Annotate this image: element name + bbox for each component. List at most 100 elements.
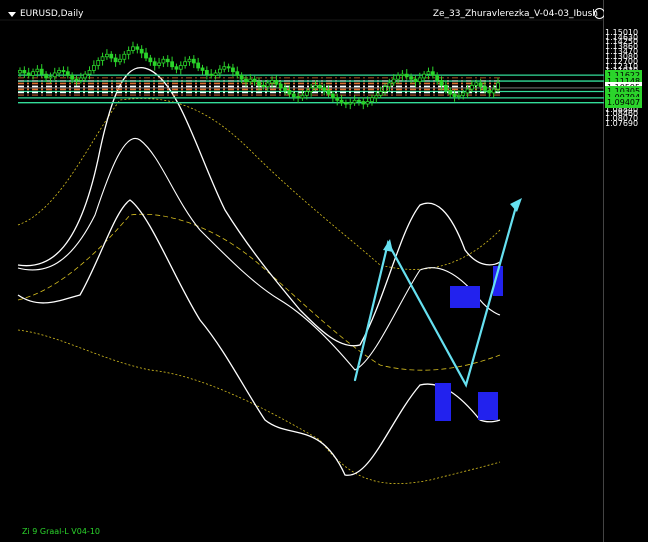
candle-body bbox=[87, 70, 92, 75]
candle-body bbox=[426, 71, 431, 75]
candle-body bbox=[296, 96, 301, 99]
chart-window[interactable]: EURUSD,Daily Ze_33_Zhuravlerezka_V-04-03… bbox=[0, 0, 648, 542]
candle-body bbox=[365, 101, 370, 105]
candle-body bbox=[439, 79, 444, 86]
candle-body bbox=[65, 71, 70, 76]
candle-body bbox=[317, 84, 322, 89]
chevron-down-icon[interactable] bbox=[8, 12, 16, 17]
candle-body bbox=[91, 65, 96, 71]
candle-body bbox=[196, 62, 201, 69]
candle-body bbox=[309, 87, 314, 92]
candle-body bbox=[300, 94, 305, 99]
candle-body bbox=[44, 73, 48, 79]
blue-zone-box bbox=[478, 392, 498, 420]
candle-body bbox=[244, 78, 248, 83]
candle-body bbox=[226, 66, 231, 69]
candle-body bbox=[174, 66, 179, 70]
candle-body bbox=[61, 70, 66, 73]
candle-body bbox=[235, 71, 240, 76]
candle-body bbox=[118, 58, 122, 63]
candle-body bbox=[139, 48, 144, 54]
candle-body bbox=[374, 94, 379, 99]
candle-body bbox=[274, 79, 279, 85]
blue-zone-box bbox=[450, 286, 480, 308]
candle-body bbox=[265, 82, 270, 88]
candle-body bbox=[122, 53, 127, 60]
candle-body bbox=[96, 60, 101, 66]
candle-body bbox=[39, 68, 44, 75]
candle-body bbox=[161, 58, 166, 64]
candle-body bbox=[239, 75, 244, 80]
candle-body bbox=[200, 67, 205, 71]
candle-body bbox=[213, 72, 218, 76]
candle-body bbox=[474, 82, 479, 86]
blue-zone-box bbox=[435, 383, 451, 421]
candle-body bbox=[131, 46, 135, 51]
candle-body bbox=[52, 72, 57, 78]
candle-body bbox=[78, 77, 83, 81]
candle-body bbox=[491, 88, 496, 94]
candle-body bbox=[413, 78, 418, 83]
candle-body bbox=[313, 84, 318, 89]
candle-body bbox=[387, 82, 392, 88]
candle-body bbox=[465, 88, 470, 94]
candle-body bbox=[191, 58, 196, 64]
candle-body bbox=[18, 70, 22, 74]
candle-body bbox=[287, 89, 292, 95]
candle-body bbox=[383, 86, 387, 92]
candle-body bbox=[448, 89, 453, 95]
candle-body bbox=[487, 89, 492, 94]
candle-body bbox=[157, 62, 161, 66]
candle-body bbox=[409, 76, 413, 80]
candle-body bbox=[348, 102, 353, 105]
candle-body bbox=[152, 61, 157, 66]
candle-body bbox=[165, 58, 170, 63]
candle-body bbox=[148, 57, 153, 63]
candle-body bbox=[109, 53, 114, 59]
candle-body bbox=[291, 93, 296, 97]
candle-body bbox=[100, 56, 105, 61]
candle-body bbox=[187, 58, 192, 63]
candle-body bbox=[352, 99, 357, 104]
candle-body bbox=[344, 102, 348, 105]
axis-tick-label: 1.07690 bbox=[605, 119, 639, 129]
candle-body bbox=[357, 99, 361, 102]
candle-body bbox=[304, 91, 309, 96]
candle-body bbox=[83, 73, 88, 79]
candle-body bbox=[283, 87, 287, 91]
candle-body bbox=[400, 73, 405, 76]
candle-body bbox=[57, 70, 62, 74]
candle-body bbox=[435, 75, 440, 81]
candle-body bbox=[31, 71, 35, 76]
candle-body bbox=[326, 89, 331, 95]
candle-body bbox=[270, 79, 274, 84]
level-price-tag: 1.09407 bbox=[605, 97, 643, 109]
candle-body bbox=[170, 61, 174, 68]
candle-body bbox=[461, 92, 466, 96]
candle-body bbox=[452, 93, 457, 97]
candle-body bbox=[70, 75, 75, 80]
candle-body bbox=[378, 91, 383, 96]
candle-body bbox=[204, 70, 209, 75]
candle-body bbox=[335, 97, 340, 101]
candle-body bbox=[478, 82, 483, 88]
candle-body bbox=[231, 67, 235, 73]
candle-body bbox=[48, 76, 53, 79]
candle-body bbox=[74, 78, 79, 81]
candle-body bbox=[404, 73, 409, 78]
candle-body bbox=[217, 68, 222, 74]
candle-body bbox=[257, 81, 261, 86]
candle-body bbox=[113, 57, 118, 63]
candle-body bbox=[26, 72, 31, 76]
candle-body bbox=[330, 93, 335, 99]
indicator-label: Ze_33_Zhuravlerezka_V-04-03_Ibush bbox=[432, 9, 598, 19]
candle-body bbox=[35, 68, 40, 73]
candle-body bbox=[430, 71, 435, 76]
candle-body bbox=[391, 78, 396, 84]
candle-body bbox=[396, 75, 400, 80]
price-chart[interactable] bbox=[0, 0, 604, 542]
candle-body bbox=[361, 101, 366, 105]
candle-body bbox=[339, 99, 344, 104]
candle-body bbox=[126, 50, 131, 55]
candle-body bbox=[178, 65, 183, 70]
